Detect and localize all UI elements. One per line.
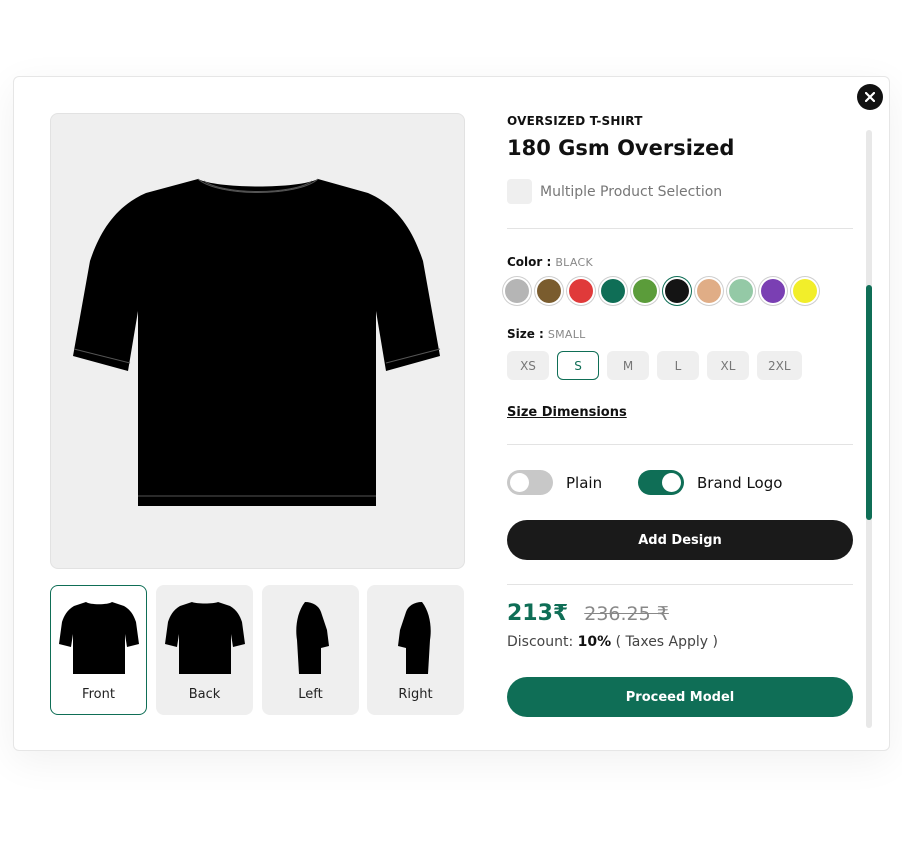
tshirt-left-icon bbox=[295, 602, 329, 674]
size-options: XS S M L XL 2XL bbox=[507, 351, 802, 380]
discount-value: 10% bbox=[577, 634, 612, 650]
product-main-image bbox=[50, 113, 465, 569]
color-swatch[interactable] bbox=[601, 279, 625, 303]
tshirt-front-icon bbox=[72, 178, 440, 506]
brand-logo-toggle[interactable] bbox=[638, 470, 684, 495]
add-design-button[interactable]: Add Design bbox=[507, 520, 853, 560]
view-label: Back bbox=[188, 687, 221, 702]
size-label: Size : bbox=[507, 327, 544, 341]
current-price: 213₹ bbox=[507, 601, 569, 626]
plain-toggle-row: Plain bbox=[507, 470, 602, 495]
color-swatch[interactable] bbox=[505, 279, 529, 303]
brand-logo-toggle-row: Brand Logo bbox=[638, 470, 782, 495]
color-label-row: Color : BLACK bbox=[507, 255, 593, 269]
divider bbox=[507, 228, 853, 229]
view-thumb-back[interactable]: Back bbox=[156, 585, 253, 715]
toggle-knob bbox=[510, 473, 529, 492]
plain-toggle-label: Plain bbox=[566, 473, 603, 492]
multiple-product-checkbox[interactable]: Multiple Product Selection bbox=[507, 179, 722, 204]
product-title: 180 Gsm Oversized bbox=[507, 136, 735, 160]
discount-note: ( Taxes Apply ) bbox=[615, 634, 718, 650]
size-option-xs[interactable]: XS bbox=[507, 351, 549, 380]
color-swatch[interactable] bbox=[729, 279, 753, 303]
tshirt-back-icon bbox=[164, 602, 245, 674]
color-swatch[interactable] bbox=[697, 279, 721, 303]
size-option-m[interactable]: M bbox=[607, 351, 649, 380]
view-thumb-front[interactable]: Front bbox=[50, 585, 147, 715]
proceed-model-button[interactable]: Proceed Model bbox=[507, 677, 853, 717]
size-option-2xl[interactable]: 2XL bbox=[757, 351, 802, 380]
tshirt-front-icon bbox=[58, 602, 139, 674]
size-value: SMALL bbox=[547, 328, 586, 341]
price-row: 213₹ 236.25 ₹ bbox=[507, 601, 669, 626]
divider bbox=[507, 584, 853, 585]
color-swatches bbox=[505, 279, 817, 303]
divider bbox=[507, 444, 853, 445]
brand-logo-toggle-label: Brand Logo bbox=[697, 473, 783, 492]
view-label: Left bbox=[298, 687, 323, 702]
color-swatch[interactable] bbox=[761, 279, 785, 303]
checkbox-box[interactable] bbox=[507, 179, 532, 204]
toggle-knob bbox=[662, 473, 681, 492]
color-value: BLACK bbox=[555, 256, 593, 269]
size-label-row: Size : SMALL bbox=[507, 327, 586, 341]
color-swatch[interactable] bbox=[793, 279, 817, 303]
scrollbar-thumb[interactable] bbox=[866, 285, 872, 520]
color-swatch[interactable] bbox=[633, 279, 657, 303]
color-swatch[interactable] bbox=[537, 279, 561, 303]
view-label: Right bbox=[398, 687, 433, 702]
color-swatch[interactable] bbox=[665, 279, 689, 303]
close-button[interactable] bbox=[857, 84, 883, 110]
size-option-xl[interactable]: XL bbox=[707, 351, 749, 380]
tshirt-right-icon bbox=[397, 602, 431, 674]
size-option-s[interactable]: S bbox=[557, 351, 599, 380]
original-price: 236.25 ₹ bbox=[584, 603, 669, 625]
size-option-l[interactable]: L bbox=[657, 351, 699, 380]
view-thumb-right[interactable]: Right bbox=[367, 585, 464, 715]
plain-toggle[interactable] bbox=[507, 470, 553, 495]
view-thumb-left[interactable]: Left bbox=[262, 585, 359, 715]
close-icon bbox=[865, 92, 875, 102]
size-dimensions-link[interactable]: Size Dimensions bbox=[507, 405, 627, 420]
checkbox-label: Multiple Product Selection bbox=[540, 183, 723, 200]
discount-row: Discount: 10% ( Taxes Apply ) bbox=[507, 634, 718, 650]
discount-label: Discount: bbox=[507, 634, 574, 650]
product-category: OVERSIZED T-SHIRT bbox=[507, 114, 643, 128]
color-swatch[interactable] bbox=[569, 279, 593, 303]
view-label: Front bbox=[82, 687, 115, 702]
color-label: Color : bbox=[507, 255, 552, 269]
